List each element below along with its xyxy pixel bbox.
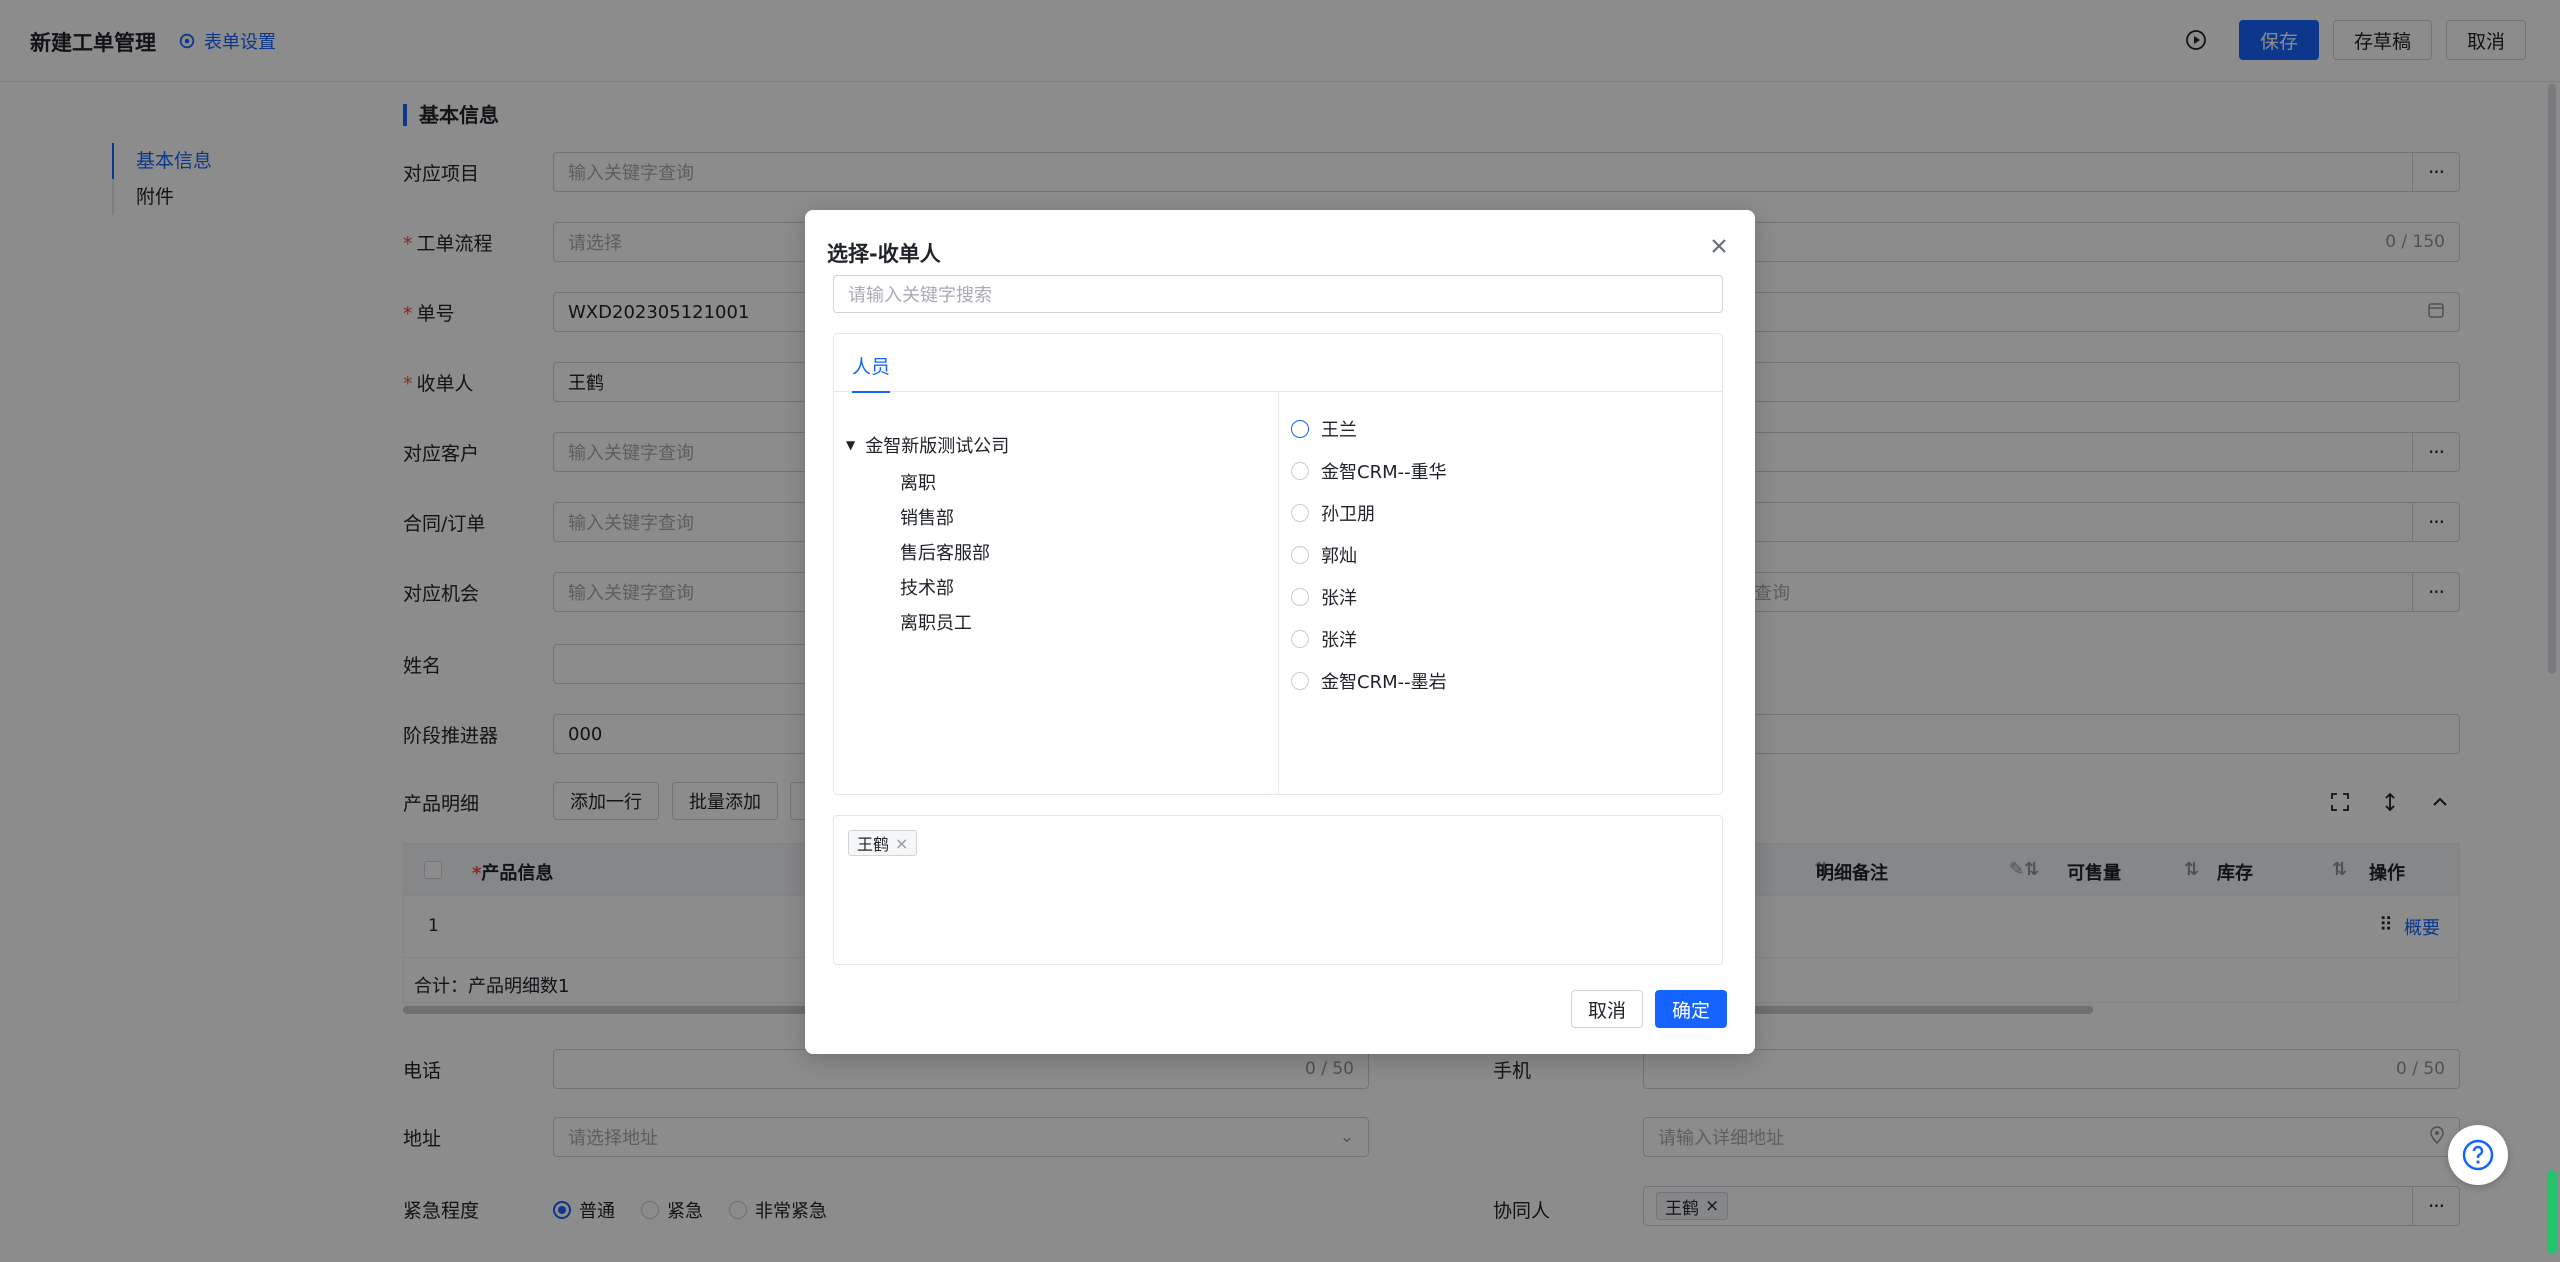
tree-node[interactable]: 销售部 (900, 504, 954, 530)
help-icon (2462, 1139, 2494, 1171)
select-receiver-dialog: 选择-收单人 请输入关键字搜索 人员 ▼ 金智新版测试公司 离职 销售部 售后客… (805, 210, 1755, 1054)
side-indicator (2547, 1170, 2557, 1254)
picker-panel: 人员 ▼ 金智新版测试公司 离职 销售部 售后客服部 技术部 离职员工 王兰 金… (833, 333, 1723, 795)
person-option[interactable]: 金智CRM--重华 (1291, 458, 1447, 484)
person-option[interactable]: 张洋 (1291, 626, 1357, 652)
close-icon[interactable] (1705, 232, 1733, 260)
radio-button[interactable] (1291, 630, 1309, 648)
radio-button[interactable] (1291, 588, 1309, 606)
tree-root[interactable]: ▼ 金智新版测试公司 (846, 432, 1009, 458)
dialog-confirm-button[interactable]: 确定 (1654, 990, 1727, 1028)
tree-node[interactable]: 售后客服部 (900, 539, 990, 565)
picker-tabs: 人员 (834, 334, 1722, 393)
person-option[interactable]: 金智CRM--墨岩 (1291, 668, 1447, 694)
tree-node[interactable]: 技术部 (900, 574, 954, 600)
radio-button[interactable] (1291, 504, 1309, 522)
tree-node[interactable]: 离职员工 (900, 609, 972, 635)
radio-button[interactable] (1291, 462, 1309, 480)
dialog-search-input[interactable]: 请输入关键字搜索 (833, 275, 1723, 313)
people-list: 王兰 金智CRM--重华 孙卫朋 郭灿 张洋 张洋 金智CRM--墨岩 (1279, 392, 1722, 794)
tree-node[interactable]: 离职 (900, 469, 936, 495)
close-icon[interactable]: × (895, 834, 908, 853)
radio-button[interactable] (1291, 420, 1309, 438)
help-button[interactable] (2448, 1125, 2508, 1185)
person-option[interactable]: 孙卫朋 (1291, 500, 1375, 526)
tab-people[interactable]: 人员 (852, 352, 891, 393)
dialog-cancel-button[interactable]: 取消 (1570, 990, 1643, 1028)
person-option[interactable]: 郭灿 (1291, 542, 1357, 568)
selected-person-tag: 王鹤 × (848, 830, 918, 856)
person-option[interactable]: 张洋 (1291, 584, 1357, 610)
caret-down-icon[interactable]: ▼ (846, 438, 855, 452)
radio-button[interactable] (1291, 672, 1309, 690)
radio-button[interactable] (1291, 546, 1309, 564)
dialog-title: 选择-收单人 (827, 242, 941, 266)
org-tree: ▼ 金智新版测试公司 离职 销售部 售后客服部 技术部 离职员工 (834, 392, 1279, 794)
person-option[interactable]: 王兰 (1291, 416, 1357, 442)
tree-root-label: 金智新版测试公司 (865, 436, 1010, 457)
selected-people-box: 王鹤 × (833, 815, 1723, 965)
dialog-footer: 取消 确定 (1570, 990, 1727, 1028)
